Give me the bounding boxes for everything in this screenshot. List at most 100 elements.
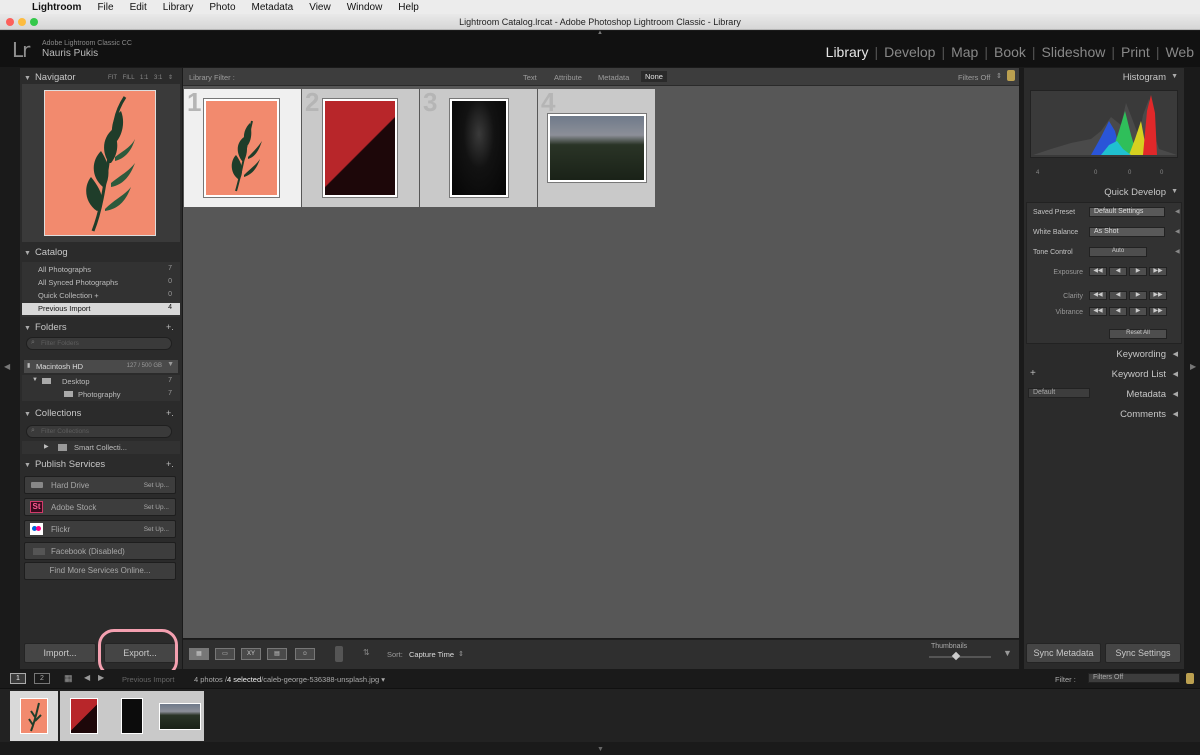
thumbnail-image[interactable] bbox=[204, 99, 279, 197]
menu-file[interactable]: File bbox=[97, 2, 113, 13]
second-window-button[interactable]: 2 bbox=[34, 673, 50, 684]
publish-adobe-stock[interactable]: St Adobe Stock Set Up... bbox=[24, 498, 176, 516]
filmstrip-cell[interactable] bbox=[156, 691, 204, 741]
collections-filter-input[interactable]: ⌕ Filter Collections bbox=[26, 425, 172, 438]
spray-can-icon[interactable] bbox=[335, 646, 343, 662]
sort-dropdown[interactable]: Capture Time bbox=[409, 650, 454, 659]
compare-view-icon[interactable]: XY bbox=[241, 648, 261, 660]
collapse-triangle-icon[interactable]: ▼ bbox=[1171, 188, 1178, 195]
menu-photo[interactable]: Photo bbox=[209, 2, 235, 13]
setup-hard-drive-button[interactable]: Set Up... bbox=[144, 482, 169, 489]
saved-preset-dropdown[interactable]: Default Settings bbox=[1089, 207, 1165, 217]
disclosure-triangle-icon[interactable]: ◀ bbox=[1175, 248, 1180, 255]
collections-header[interactable]: ▼ Collections bbox=[24, 408, 81, 419]
main-window-button[interactable]: 1 bbox=[10, 673, 26, 684]
add-keyword-button[interactable]: + bbox=[1030, 368, 1036, 379]
thumbnail-image[interactable] bbox=[450, 99, 508, 197]
module-book[interactable]: Book bbox=[988, 44, 1032, 60]
people-view-icon[interactable]: ☺ bbox=[295, 648, 315, 660]
filter-tab-none[interactable]: None bbox=[641, 71, 667, 82]
filter-tab-text[interactable]: Text bbox=[523, 73, 537, 82]
menu-view[interactable]: View bbox=[309, 2, 331, 13]
volume-macintosh-hd[interactable]: ▮ Macintosh HD 127 / 500 GB ▼ bbox=[24, 360, 178, 373]
filmstrip-cell[interactable] bbox=[10, 691, 58, 741]
histogram-header[interactable]: Histogram bbox=[1123, 72, 1166, 83]
catalog-item-previous-import[interactable]: Previous Import 4 bbox=[22, 303, 180, 315]
exposure-increase[interactable]: ▶ bbox=[1129, 267, 1147, 276]
filmstrip-thumbnail[interactable] bbox=[70, 698, 98, 734]
folders-header[interactable]: ▼ Folders bbox=[24, 322, 67, 333]
navigator-header[interactable]: ▼ Navigator bbox=[24, 72, 76, 83]
filmstrip-thumbnail[interactable] bbox=[159, 703, 201, 730]
filmstrip-cell[interactable] bbox=[108, 691, 156, 741]
module-print[interactable]: Print bbox=[1115, 44, 1156, 60]
navigator-zoom-options[interactable]: FIT FILL 1:1 3:1 ⇕ bbox=[108, 74, 173, 81]
navigator-preview-image[interactable] bbox=[44, 90, 156, 236]
left-panel-toggle-icon[interactable]: ◀ bbox=[4, 362, 10, 371]
filmstrip-source[interactable]: Previous Import bbox=[122, 675, 175, 684]
grid-cell[interactable]: 4 bbox=[538, 87, 655, 207]
filmstrip-thumbnail[interactable] bbox=[20, 698, 48, 734]
lock-icon[interactable] bbox=[1007, 70, 1015, 81]
reset-all-button[interactable]: Reset All bbox=[1109, 329, 1167, 339]
menu-lightroom[interactable]: Lightroom bbox=[32, 2, 81, 13]
expand-triangle-icon[interactable]: ◀ bbox=[1173, 390, 1178, 398]
grid-cell[interactable]: 3 bbox=[420, 87, 537, 207]
sort-direction-icon[interactable]: ⇅ bbox=[363, 648, 370, 657]
clarity-decrease[interactable]: ◀ bbox=[1109, 291, 1127, 300]
exposure-increase-large[interactable]: ▶▶ bbox=[1149, 267, 1167, 276]
grid-cell[interactable]: 2 bbox=[302, 87, 419, 207]
clarity-decrease-large[interactable]: ◀◀ bbox=[1089, 291, 1107, 300]
expand-triangle-icon[interactable]: ◀ bbox=[1173, 410, 1178, 418]
top-panel-toggle-icon[interactable]: ▲ bbox=[597, 30, 603, 36]
exposure-decrease[interactable]: ◀ bbox=[1109, 267, 1127, 276]
minimize-window-button[interactable] bbox=[18, 18, 26, 26]
comments-header[interactable]: Comments bbox=[1120, 409, 1166, 420]
right-panel-toggle-icon[interactable]: ▶ bbox=[1190, 362, 1196, 371]
add-collection-button[interactable]: +. bbox=[166, 408, 174, 418]
clarity-increase-large[interactable]: ▶▶ bbox=[1149, 291, 1167, 300]
zoom-window-button[interactable] bbox=[30, 18, 38, 26]
metadata-preset-dropdown[interactable]: Default bbox=[1028, 388, 1090, 398]
find-more-services-button[interactable]: Find More Services Online... bbox=[24, 562, 176, 580]
module-library[interactable]: Library bbox=[820, 44, 875, 60]
filmstrip-cell[interactable] bbox=[60, 691, 108, 741]
folders-filter-input[interactable]: ⌕ Filter Folders bbox=[26, 337, 172, 350]
menu-edit[interactable]: Edit bbox=[130, 2, 147, 13]
white-balance-dropdown[interactable]: As Shot bbox=[1089, 227, 1165, 237]
menu-metadata[interactable]: Metadata bbox=[252, 2, 294, 13]
thumbnail-size-slider[interactable] bbox=[929, 651, 991, 661]
toolbar-menu-chevron-icon[interactable]: ▼ bbox=[1003, 648, 1012, 658]
quick-develop-header[interactable]: Quick Develop bbox=[1104, 187, 1166, 198]
vibrance-increase[interactable]: ▶ bbox=[1129, 307, 1147, 316]
vibrance-increase-large[interactable]: ▶▶ bbox=[1149, 307, 1167, 316]
grid-view-icon[interactable]: ▦ bbox=[189, 648, 209, 660]
catalog-header[interactable]: ▼ Catalog bbox=[24, 247, 68, 258]
filmstrip-thumbnail[interactable] bbox=[121, 698, 143, 734]
disclosure-triangle-icon[interactable]: ◀ bbox=[1175, 228, 1180, 235]
publish-hard-drive[interactable]: Hard Drive Set Up... bbox=[24, 476, 176, 494]
filter-tab-metadata[interactable]: Metadata bbox=[598, 73, 629, 82]
close-window-button[interactable] bbox=[6, 18, 14, 26]
expand-triangle-icon[interactable]: ◀ bbox=[1173, 350, 1178, 358]
exposure-decrease-large[interactable]: ◀◀ bbox=[1089, 267, 1107, 276]
metadata-header[interactable]: Metadata bbox=[1126, 389, 1166, 400]
setup-flickr-button[interactable]: Set Up... bbox=[144, 526, 169, 533]
thumbnail-image[interactable] bbox=[323, 99, 397, 197]
filter-tab-attribute[interactable]: Attribute bbox=[554, 73, 582, 82]
module-web[interactable]: Web bbox=[1159, 44, 1200, 60]
module-slideshow[interactable]: Slideshow bbox=[1036, 44, 1112, 60]
grid-icon[interactable]: ▦ bbox=[64, 673, 73, 684]
vibrance-decrease-large[interactable]: ◀◀ bbox=[1089, 307, 1107, 316]
menu-help[interactable]: Help bbox=[398, 2, 419, 13]
slider-handle[interactable] bbox=[951, 651, 961, 661]
bottom-panel-toggle-icon[interactable]: ▼ bbox=[597, 746, 604, 753]
folder-desktop[interactable]: ▼ Desktop 7 bbox=[22, 375, 180, 388]
folder-photography[interactable]: Photography 7 bbox=[22, 388, 180, 401]
sync-settings-button[interactable]: Sync Settings bbox=[1105, 643, 1181, 663]
publish-facebook[interactable]: Facebook (Disabled) bbox=[24, 542, 176, 560]
module-develop[interactable]: Develop bbox=[878, 44, 941, 60]
back-arrow-icon[interactable]: ◀ bbox=[84, 673, 90, 682]
expand-triangle-icon[interactable]: ◀ bbox=[1173, 370, 1178, 378]
filters-off-dropdown[interactable]: Filters Off bbox=[958, 73, 990, 82]
